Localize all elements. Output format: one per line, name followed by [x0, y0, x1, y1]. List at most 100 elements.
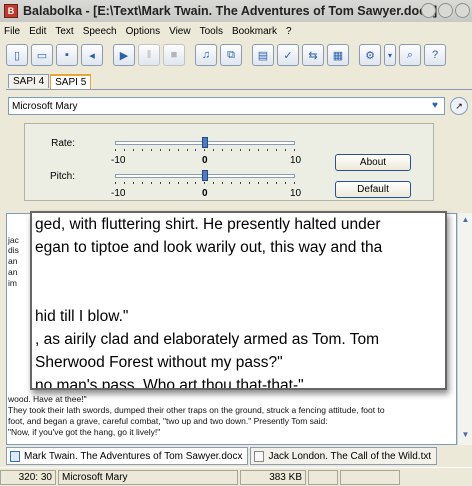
status-voice: Microsoft Mary — [58, 469, 238, 485]
magnifier-line: ged, with fluttering shirt. He presently… — [35, 216, 381, 233]
clipboard-button[interactable]: ▦ — [327, 44, 349, 66]
text-line: foot, and began a grave, careful combat,… — [8, 416, 328, 426]
save-audio-button[interactable]: ♫ — [195, 44, 217, 66]
app-icon: B — [4, 4, 18, 18]
text-line: im — [8, 278, 17, 288]
cursor-position: 320: 30 — [0, 469, 56, 485]
settings-button[interactable]: ⚙ — [359, 44, 381, 66]
tab-sapi5[interactable]: SAPI 5 — [50, 74, 92, 89]
text-line: "Now, if you've got the hang, go it live… — [8, 427, 161, 437]
file-size: 383 KB — [240, 469, 306, 485]
scroll-down-icon[interactable]: ▼ — [459, 430, 472, 443]
open-folder-button[interactable]: ▭ — [31, 44, 53, 66]
menu-file[interactable]: File — [4, 26, 20, 37]
help-icon: ? — [431, 49, 439, 61]
speech-controls-panel: Rate: -10 0 10 Pitch: -10 0 10 About Def… — [24, 123, 434, 201]
status-empty-1 — [308, 469, 338, 485]
magnifier-line: Sherwood Forest without my pass?" — [35, 354, 283, 371]
vertical-scrollbar[interactable]: ▲ ▼ — [457, 213, 472, 445]
document-tab-label: Jack London. The Call of the Wild.txt — [268, 450, 432, 462]
menu-bar: File Edit Text Speech Options View Tools… — [0, 22, 472, 40]
magnifier-line — [35, 282, 445, 305]
word-document-icon — [10, 450, 20, 462]
search-icon: ⌕ — [406, 48, 414, 61]
rate-slider-ticks — [115, 149, 295, 153]
menu-help[interactable]: ? — [286, 26, 292, 37]
pause-icon: ‖ — [146, 49, 152, 61]
chevron-down-icon[interactable]: ♥ — [428, 100, 442, 112]
pitch-mid-label: 0 — [202, 188, 208, 199]
rate-slider-thumb[interactable] — [202, 137, 208, 148]
convert-button[interactable]: ⇆ — [302, 44, 324, 66]
new-document-button[interactable]: ▯ — [6, 44, 28, 66]
settings-icon: ⚙ — [365, 49, 375, 62]
document-tab-call-of-the-wild[interactable]: Jack London. The Call of the Wild.txt — [250, 447, 438, 465]
save-disk-icon: ▪ — [65, 49, 69, 61]
dropdown-arrow-icon: ▾ — [387, 50, 392, 60]
toolbar: ▯ ▭ ▪ ◂ ▶ ‖ ■ ♫ ⧉ ▤ ✓ ⇆ ▦ ⚙ ▾ ⌕? — [0, 40, 472, 70]
new-document-icon: ▯ — [13, 49, 21, 62]
rate-min-label: -10 — [111, 155, 126, 166]
text-line: They took their lath swords, dumped thei… — [8, 405, 385, 415]
text-line: wood. Have at thee!" — [8, 394, 87, 404]
voice-select[interactable]: Microsoft Mary ♥ — [8, 97, 445, 115]
magnifier-text-button[interactable]: ▤ — [252, 44, 274, 66]
document-tab-label: Mark Twain. The Adventures of Tom Sawyer… — [24, 450, 243, 462]
rate-max-label: 10 — [290, 155, 302, 166]
rate-label: Rate: — [51, 138, 75, 149]
menu-edit[interactable]: Edit — [29, 26, 46, 37]
save-disk-button[interactable]: ▪ — [56, 44, 78, 66]
menu-view[interactable]: View — [169, 26, 191, 37]
search-button[interactable]: ⌕ — [399, 44, 421, 66]
default-button[interactable]: Default — [335, 181, 411, 198]
voice-settings-button[interactable]: ↗ — [450, 97, 468, 115]
status-bar: 320: 30 Microsoft Mary 383 KB — [0, 467, 472, 486]
about-button[interactable]: About — [335, 154, 411, 171]
speaker-button[interactable]: ◂ — [81, 44, 103, 66]
split-files-button[interactable]: ⧉ — [220, 44, 242, 66]
help-button[interactable]: ? — [424, 44, 446, 66]
engine-tabs: SAPI 4 SAPI 5 — [8, 74, 92, 89]
pitch-min-label: -10 — [111, 188, 126, 199]
speaker-icon: ◂ — [89, 49, 95, 62]
magnifier-line: , as airily clad and elaborately armed a… — [35, 331, 380, 348]
menu-speech[interactable]: Speech — [83, 26, 117, 37]
minimize-icon[interactable] — [421, 3, 436, 18]
spell-check-icon: ✓ — [283, 49, 293, 62]
split-files-icon: ⧉ — [227, 48, 235, 61]
play-button[interactable]: ▶ — [113, 44, 135, 66]
menu-tools[interactable]: Tools — [200, 26, 223, 37]
pitch-max-label: 10 — [290, 188, 302, 199]
voice-select-value: Microsoft Mary — [12, 100, 78, 112]
close-icon[interactable] — [455, 3, 470, 18]
text-magnifier: ged, with fluttering shirt. He presently… — [30, 211, 447, 390]
spell-check-button[interactable]: ✓ — [277, 44, 299, 66]
magnifier-line — [35, 259, 445, 282]
dropdown-arrow-button[interactable]: ▾ — [384, 44, 396, 66]
magnifier-line: no man's pass. Who art thou that-that-" — [35, 377, 304, 390]
scroll-up-icon[interactable]: ▲ — [459, 215, 472, 228]
open-folder-icon: ▭ — [36, 49, 48, 62]
menu-options[interactable]: Options — [126, 26, 160, 37]
tab-sapi4[interactable]: SAPI 4 — [8, 74, 50, 88]
menu-text[interactable]: Text — [55, 26, 73, 37]
pitch-slider-thumb[interactable] — [202, 170, 208, 181]
document-tabs: Mark Twain. The Adventures of Tom Sawyer… — [6, 447, 472, 465]
magnifier-line: hid till I blow." — [35, 308, 129, 325]
menu-bookmark[interactable]: Bookmark — [232, 26, 277, 37]
stop-icon: ■ — [170, 49, 178, 61]
tab-divider — [6, 89, 472, 90]
document-tab-tom-sawyer[interactable]: Mark Twain. The Adventures of Tom Sawyer… — [6, 447, 249, 465]
arrow-icon: ↗ — [455, 100, 463, 111]
clipboard-icon: ▦ — [332, 49, 344, 62]
convert-icon: ⇆ — [308, 49, 318, 62]
text-file-icon — [254, 450, 265, 462]
pause-button[interactable]: ‖ — [138, 44, 160, 66]
title-bar: B Balabolka - [E:\Text\Mark Twain. The A… — [0, 0, 472, 22]
magnifier-line: egan to tiptoe and look warily out, this… — [35, 239, 383, 256]
maximize-icon[interactable] — [438, 3, 453, 18]
magnifier-text-icon: ▤ — [257, 49, 269, 62]
status-empty-2 — [340, 469, 400, 485]
text-line: dis — [8, 245, 19, 255]
stop-button[interactable]: ■ — [163, 44, 185, 66]
